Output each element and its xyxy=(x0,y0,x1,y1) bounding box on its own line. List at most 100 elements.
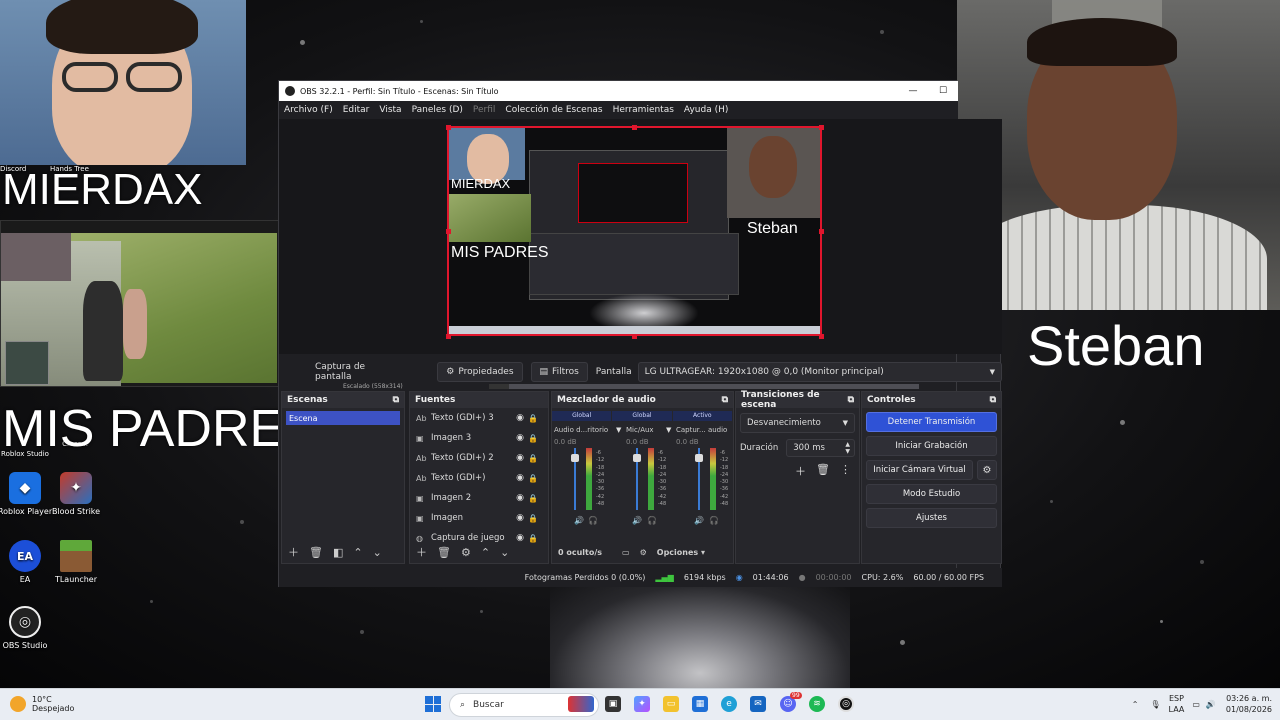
properties-button[interactable]: ⚙ Propiedades xyxy=(437,362,523,382)
mixer-tab-global-2[interactable]: Global xyxy=(612,411,672,421)
transition-menu-button[interactable]: ⋮ xyxy=(840,463,851,479)
remove-scene-button[interactable]: 🗑 xyxy=(309,546,323,559)
edge-icon[interactable]: e xyxy=(721,696,737,712)
resize-handle[interactable] xyxy=(446,125,451,130)
add-source-button[interactable]: ＋ xyxy=(416,544,427,560)
task-view-icon[interactable]: ▣ xyxy=(605,696,621,712)
channel-menu-icon[interactable]: ▼ xyxy=(666,426,671,434)
visibility-icon[interactable]: ◉ xyxy=(516,473,524,483)
lock-icon[interactable]: 🔒 xyxy=(528,414,538,423)
visibility-icon[interactable]: ◉ xyxy=(516,513,524,523)
search-highlight-icon[interactable] xyxy=(568,696,594,712)
transition-select[interactable]: Desvanecimiento ▼ xyxy=(740,413,855,433)
visibility-icon[interactable]: ◉ xyxy=(516,493,524,503)
microsoft-store-icon[interactable]: ▦ xyxy=(692,696,708,712)
scene-item[interactable]: Escena xyxy=(286,411,400,425)
start-virtual-camera-button[interactable]: Iniciar Cámara Virtual xyxy=(866,460,973,480)
microphone-icon[interactable]: 🎙 xyxy=(1150,700,1160,709)
resize-handle[interactable] xyxy=(819,334,824,339)
menu-herramientas[interactable]: Herramientas xyxy=(608,105,679,115)
filters-button[interactable]: ▤ Filtros xyxy=(530,362,588,382)
menu-perfil[interactable]: Perfil xyxy=(468,105,501,115)
source-item[interactable]: ▣ Imagen ◉ 🔒 xyxy=(410,508,548,528)
desktop-icon-blood-strike[interactable]: ✦ Blood Strike xyxy=(41,472,111,516)
virtual-camera-settings-gear-icon[interactable]: ⚙ xyxy=(977,460,997,480)
remove-source-button[interactable]: 🗑 xyxy=(437,546,451,559)
mixer-tab-global[interactable]: Global xyxy=(552,411,612,421)
clock[interactable]: 03:26 a. m. 01/08/2026 xyxy=(1226,693,1272,715)
resize-handle[interactable] xyxy=(819,229,824,234)
display-select[interactable]: LG ULTRAGEAR: 1920x1080 @ 0,0 (Monitor p… xyxy=(637,362,1002,382)
dock-undock-icon[interactable]: ⧉ xyxy=(722,395,728,405)
file-explorer-icon[interactable]: ▭ xyxy=(663,696,679,712)
mixer-tab-active[interactable]: Activo xyxy=(672,411,732,421)
scene-filters-button[interactable]: ◧ xyxy=(333,546,343,559)
lock-icon[interactable]: 🔒 xyxy=(528,454,538,463)
source-properties-gear-icon[interactable]: ⚙ xyxy=(461,546,471,559)
dock-undock-icon[interactable]: ⧉ xyxy=(990,395,996,405)
move-down-button[interactable]: ⌄ xyxy=(373,546,382,559)
stepper-arrows-icon[interactable]: ▲ ▼ xyxy=(845,441,850,455)
weather-widget[interactable]: 10°C Despejado xyxy=(10,695,74,713)
headphones-icon[interactable]: 🎧 xyxy=(588,516,598,525)
lock-icon[interactable]: 🔒 xyxy=(528,494,538,503)
start-recording-button[interactable]: Iniciar Grabación xyxy=(866,436,997,456)
source-item[interactable]: ▣ Imagen 2 ◉ 🔒 xyxy=(410,488,548,508)
headphones-icon[interactable]: 🎧 xyxy=(709,516,719,525)
lock-icon[interactable]: 🔒 xyxy=(528,434,538,443)
menu-ayuda[interactable]: Ayuda (H) xyxy=(679,105,733,115)
visibility-icon[interactable]: ◉ xyxy=(516,413,524,423)
remove-transition-button[interactable]: 🗑 xyxy=(816,463,830,479)
tray-overflow-icon[interactable]: ⌃ xyxy=(1132,700,1139,709)
move-up-button[interactable]: ⌃ xyxy=(353,546,362,559)
network-icon[interactable]: ▭ xyxy=(1192,700,1200,709)
copilot-icon[interactable]: ✦ xyxy=(634,696,650,712)
settings-button[interactable]: Ajustes xyxy=(866,508,997,528)
resize-handle[interactable] xyxy=(632,125,637,130)
outlook-icon[interactable]: ✉ xyxy=(750,696,766,712)
hidden-count[interactable]: 0 oculto/s xyxy=(558,548,602,557)
studio-mode-button[interactable]: Modo Estudio xyxy=(866,484,997,504)
source-item[interactable]: Ab Texto (GDI+) 2 ◉ 🔒 xyxy=(410,448,548,468)
menu-vista[interactable]: Vista xyxy=(374,105,406,115)
mixer-options-button[interactable]: Opciones ▾ xyxy=(657,548,705,557)
resize-handle[interactable] xyxy=(446,334,451,339)
desktop-icon-obs-studio[interactable]: ◎ OBS Studio xyxy=(0,606,60,650)
move-up-button[interactable]: ⌃ xyxy=(481,546,490,559)
start-button[interactable] xyxy=(425,696,441,712)
lock-icon[interactable]: 🔒 xyxy=(528,474,538,483)
mixer-advanced-icon[interactable]: ⚙ xyxy=(640,548,647,557)
menu-coleccion-escenas[interactable]: Colección de Escenas xyxy=(500,105,607,115)
language-indicator[interactable]: ESP LAA xyxy=(1169,693,1185,715)
channel-menu-icon[interactable]: ▼ xyxy=(616,426,621,434)
duration-stepper[interactable]: 300 ms ▲ ▼ xyxy=(786,439,855,457)
speaker-icon[interactable]: 🔊 xyxy=(574,516,584,525)
volume-knob[interactable] xyxy=(571,454,579,462)
obs-taskbar-icon[interactable]: ◎ xyxy=(838,696,854,712)
volume-knob[interactable] xyxy=(695,454,703,462)
dock-undock-icon[interactable]: ⧉ xyxy=(848,395,854,405)
add-scene-button[interactable]: ＋ xyxy=(288,544,299,560)
speaker-icon[interactable]: 🔊 xyxy=(632,516,642,525)
desktop-icon-tlauncher[interactable]: TLauncher xyxy=(41,540,111,584)
maximize-button[interactable]: ☐ xyxy=(928,81,958,101)
lock-icon[interactable]: 🔒 xyxy=(528,514,538,523)
menu-editar[interactable]: Editar xyxy=(338,105,375,115)
source-item[interactable]: Ab Texto (GDI+) 3 ◉ 🔒 xyxy=(410,408,548,428)
volume-knob[interactable] xyxy=(633,454,641,462)
volume-icon[interactable]: 🔊 xyxy=(1206,700,1216,709)
speaker-icon[interactable]: 🔊 xyxy=(694,516,704,525)
resize-handle[interactable] xyxy=(632,334,637,339)
source-item[interactable]: Ab Texto (GDI+) ◉ 🔒 xyxy=(410,468,548,488)
program-preview[interactable]: MIERDAX MIS PADRES Steban xyxy=(447,126,822,336)
spotify-icon[interactable]: ≋ xyxy=(809,696,825,712)
minimize-button[interactable]: — xyxy=(898,81,928,101)
headphones-icon[interactable]: 🎧 xyxy=(647,516,657,525)
menu-archivo[interactable]: Archivo (F) xyxy=(279,105,338,115)
resize-handle[interactable] xyxy=(446,229,451,234)
stop-streaming-button[interactable]: Detener Transmisión xyxy=(866,412,997,432)
resize-handle[interactable] xyxy=(819,125,824,130)
mixer-layout-icon[interactable]: ▭ xyxy=(622,548,630,557)
obs-titlebar[interactable]: OBS 32.2.1 - Perfil: Sin Título - Escena… xyxy=(279,81,958,101)
visibility-icon[interactable]: ◉ xyxy=(516,453,524,463)
